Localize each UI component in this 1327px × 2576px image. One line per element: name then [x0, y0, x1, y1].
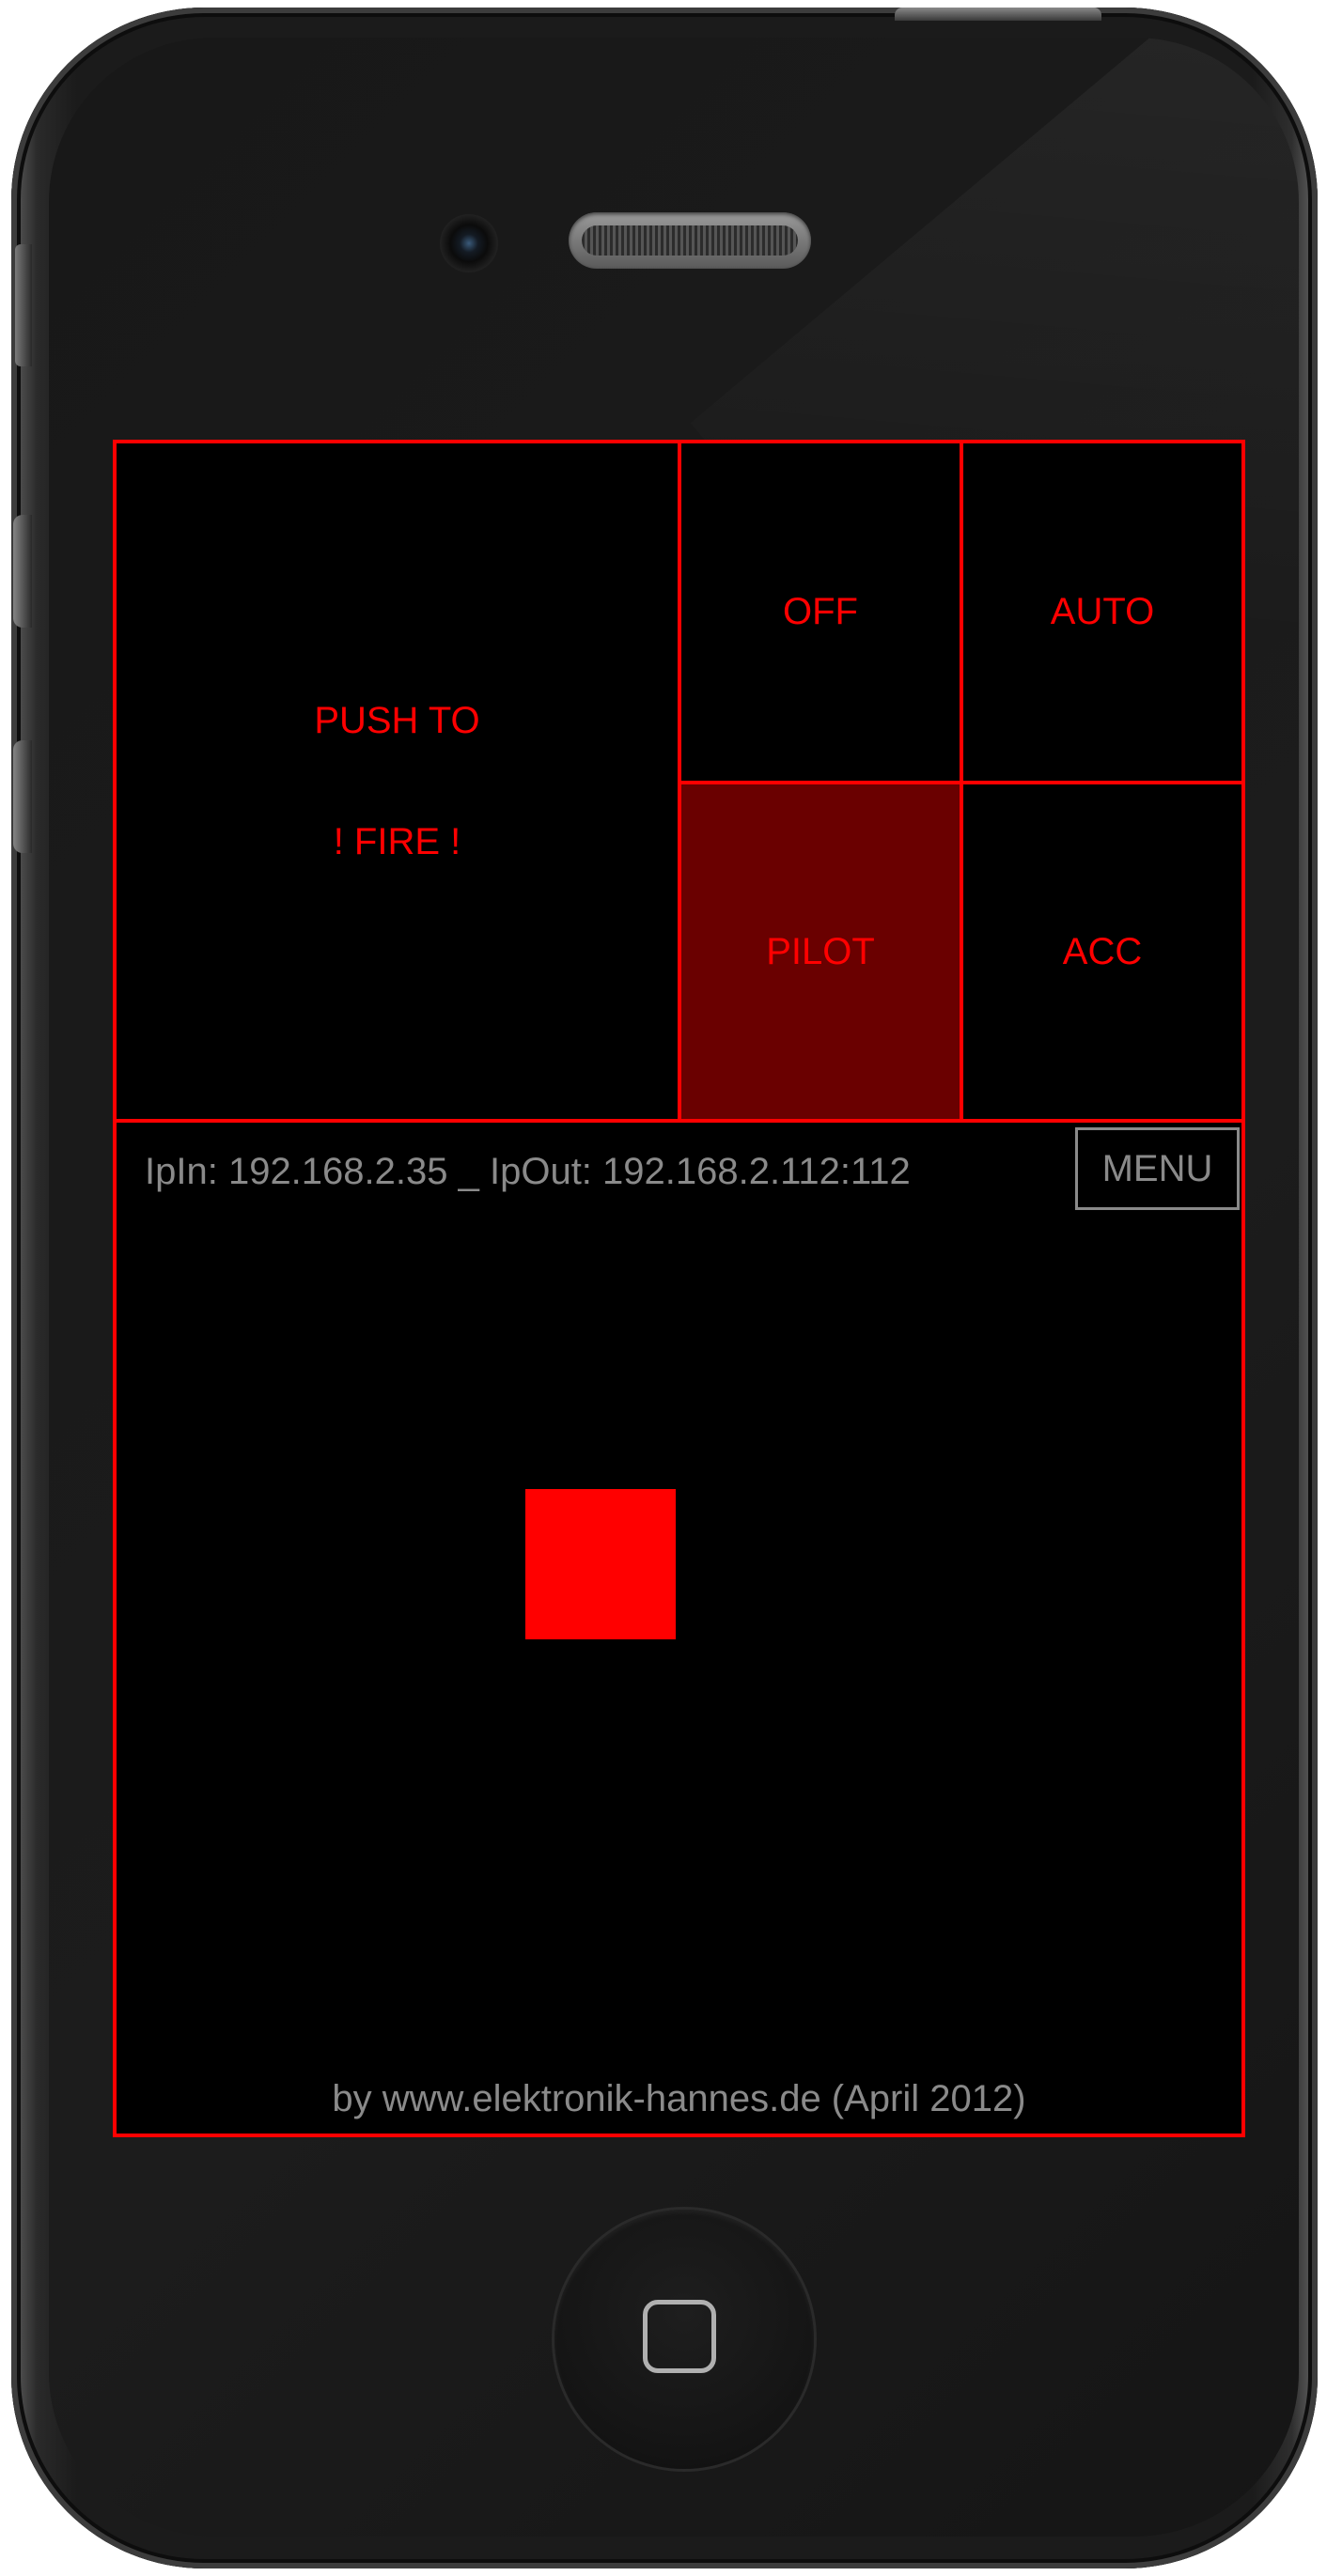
speaker-grille-icon: [569, 212, 811, 269]
off-mode-button[interactable]: OFF: [678, 440, 963, 784]
ip-status-text: IpIn: 192.168.2.35 _ IpOut: 192.168.2.11…: [145, 1151, 911, 1192]
auto-label: AUTO: [1050, 591, 1155, 632]
power-button: [895, 8, 1101, 21]
joystick-pad[interactable]: IpIn: 192.168.2.35 _ IpOut: 192.168.2.11…: [113, 1119, 1245, 2137]
home-button[interactable]: [554, 2210, 814, 2469]
pilot-label: PILOT: [766, 930, 875, 972]
menu-label: MENU: [1101, 1147, 1213, 1189]
fire-button[interactable]: PUSH TO ! FIRE !: [113, 440, 681, 1123]
fire-label-line1: PUSH TO: [314, 699, 480, 741]
acc-label: ACC: [1062, 930, 1143, 972]
pilot-mode-button[interactable]: PILOT: [678, 781, 963, 1123]
volume-up-button: [13, 515, 32, 628]
joystick-knob[interactable]: [525, 1489, 676, 1639]
auto-mode-button[interactable]: AUTO: [960, 440, 1245, 784]
fire-label-line2: ! FIRE !: [333, 820, 461, 862]
volume-down-button: [13, 740, 32, 853]
acc-mode-button[interactable]: ACC: [960, 781, 1245, 1123]
app-screen: PUSH TO ! FIRE ! OFF AUTO PILOT ACC IpIn…: [113, 440, 1245, 2137]
mute-switch: [15, 244, 32, 366]
menu-button[interactable]: MENU: [1075, 1127, 1240, 1210]
home-square-icon: [643, 2300, 716, 2373]
credit-text: by www.elektronik-hannes.de (April 2012): [332, 2078, 1026, 2119]
front-camera-icon: [440, 214, 498, 272]
off-label: OFF: [783, 591, 858, 632]
